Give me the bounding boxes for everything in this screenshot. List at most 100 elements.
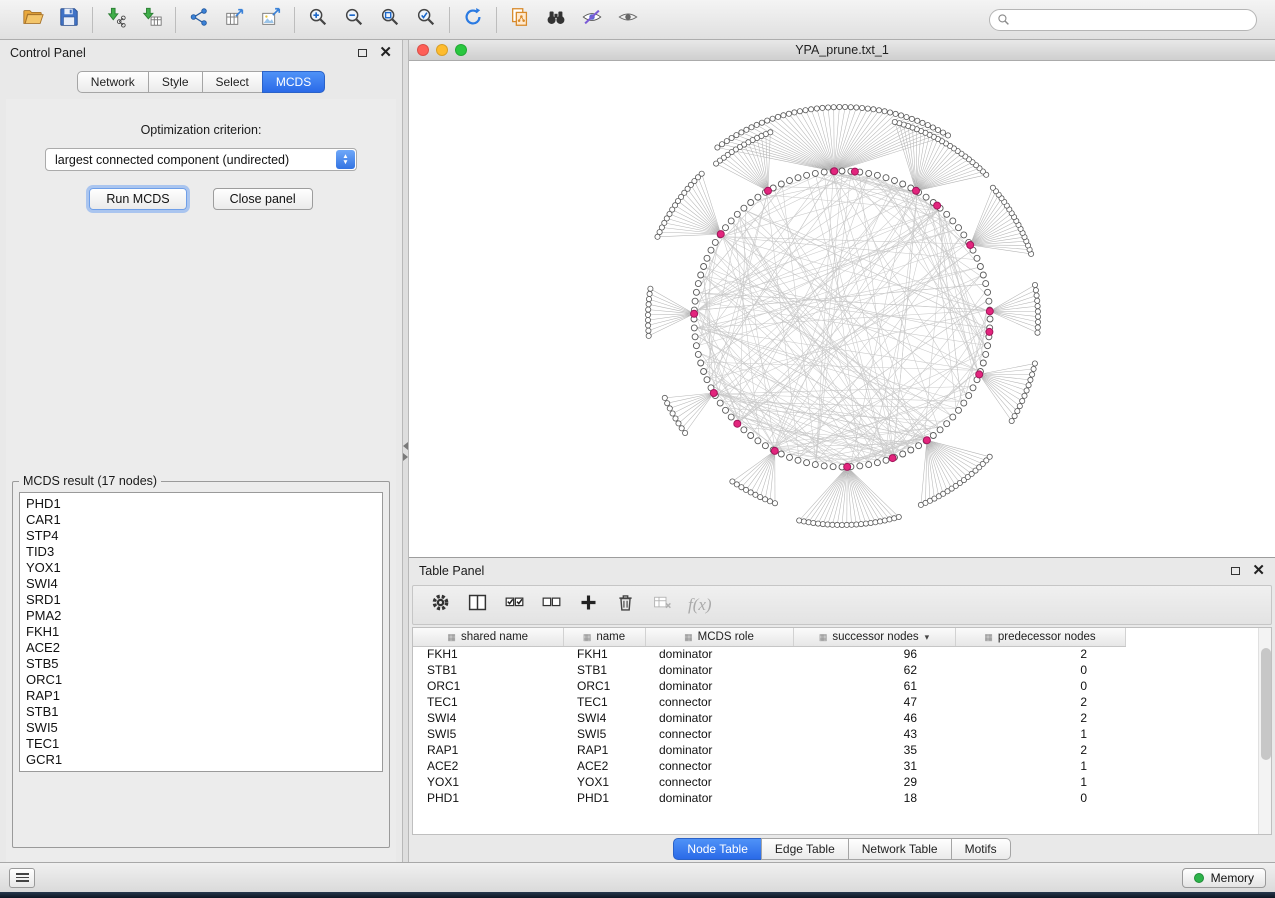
column-header-predecessor-nodes[interactable]: ▦predecessor nodes [955, 628, 1125, 646]
column-header-name[interactable]: ▦name [563, 628, 645, 646]
mcds-result-item[interactable]: CAR1 [26, 512, 376, 528]
mcds-result-item[interactable]: STB1 [26, 704, 376, 720]
mcds-result-item[interactable]: PMA2 [26, 608, 376, 624]
scrollbar-thumb[interactable] [1261, 648, 1271, 760]
zoom-in-button[interactable] [302, 5, 334, 35]
table-row[interactable]: SWI4SWI4dominator462 [413, 710, 1125, 726]
table-row[interactable]: TEC1TEC1connector472 [413, 694, 1125, 710]
criterion-dropdown[interactable]: largest connected component (undirected)… [45, 148, 357, 171]
show-graphics-button[interactable] [612, 5, 644, 35]
table-scrollbar[interactable] [1258, 628, 1271, 834]
cell-name: ORC1 [563, 678, 645, 694]
cell-pred: 2 [955, 742, 1125, 758]
cell-role: connector [645, 774, 793, 790]
close-panel-icon[interactable]: ✕ [379, 47, 392, 59]
mcds-result-item[interactable]: SWI5 [26, 720, 376, 736]
column-header-MCDS-role[interactable]: ▦MCDS role [645, 628, 793, 646]
tab-style[interactable]: Style [148, 71, 203, 93]
tab-select[interactable]: Select [202, 71, 263, 93]
close-panel-button[interactable]: Close panel [213, 188, 313, 210]
cell-shared_name: SWI4 [413, 710, 563, 726]
run-mcds-button[interactable]: Run MCDS [89, 188, 186, 210]
open-file-button[interactable] [17, 5, 49, 35]
mcds-result-list[interactable]: PHD1CAR1STP4TID3YOX1SWI4SRD1PMA2FKH1ACE2… [19, 492, 383, 772]
mcds-result-item[interactable]: TID3 [26, 544, 376, 560]
table-row[interactable]: ACE2ACE2connector311 [413, 758, 1125, 774]
hide-graphics-button[interactable] [576, 5, 608, 35]
float-table-panel-button[interactable] [1231, 564, 1240, 578]
mcds-result-item[interactable]: SRD1 [26, 592, 376, 608]
delete-column-button[interactable] [610, 590, 640, 620]
tab-node-table[interactable]: Node Table [673, 838, 762, 860]
column-header-shared-name[interactable]: ▦shared name [413, 628, 563, 646]
add-column-button[interactable] [573, 590, 603, 620]
eye-slash-icon [581, 6, 603, 33]
import-table-button[interactable] [136, 5, 168, 35]
mcds-result-item[interactable]: GCR1 [26, 752, 376, 768]
show-columns-button[interactable] [462, 590, 492, 620]
memory-button[interactable]: Memory [1182, 868, 1266, 888]
window-minimize-button[interactable] [436, 44, 448, 56]
zoom-out-button[interactable] [338, 5, 370, 35]
cell-name: RAP1 [563, 742, 645, 758]
select-all-button[interactable] [499, 590, 529, 620]
cell-name: YOX1 [563, 774, 645, 790]
export-image-button[interactable] [255, 5, 287, 35]
export-table-button[interactable] [219, 5, 251, 35]
main-toolbar [0, 0, 1275, 40]
window-zoom-button[interactable] [455, 44, 467, 56]
table-toolbar: f(x) [412, 585, 1272, 625]
table-row[interactable]: ORC1ORC1dominator610 [413, 678, 1125, 694]
network-canvas[interactable] [409, 61, 1275, 557]
cell-succ: 61 [793, 678, 955, 694]
search-input[interactable] [989, 9, 1257, 31]
mcds-result-item[interactable]: FKH1 [26, 624, 376, 640]
unselect-all-button[interactable] [536, 590, 566, 620]
mcds-result-item[interactable]: RAP1 [26, 688, 376, 704]
refresh-button[interactable] [457, 5, 489, 35]
mcds-result-item[interactable]: PHD1 [26, 496, 376, 512]
import-network-button[interactable] [100, 5, 132, 35]
node-table-area: ▦shared name▦name▦MCDS role▦successor no… [412, 627, 1272, 835]
column-label: predecessor nodes [998, 631, 1096, 643]
close-table-panel-icon[interactable]: ✕ [1252, 565, 1265, 577]
table-settings-button[interactable] [425, 590, 455, 620]
clone-network-button[interactable] [504, 5, 536, 35]
find-button[interactable] [540, 5, 572, 35]
expand-right-icon[interactable] [403, 453, 408, 461]
table-row[interactable]: SWI5SWI5connector431 [413, 726, 1125, 742]
tab-edge-table[interactable]: Edge Table [761, 838, 849, 860]
table-row[interactable]: STB1STB1dominator620 [413, 662, 1125, 678]
mcds-result-item[interactable]: ORC1 [26, 672, 376, 688]
window-close-button[interactable] [417, 44, 429, 56]
collapse-left-icon[interactable] [403, 442, 408, 450]
table-row[interactable]: RAP1RAP1dominator352 [413, 742, 1125, 758]
export-network-button[interactable] [183, 5, 215, 35]
column-header-successor-nodes[interactable]: ▦successor nodes▾ [793, 628, 955, 646]
delete-table-icon [652, 592, 673, 618]
chevron-down-icon: ▾ [925, 632, 930, 642]
table-row[interactable]: YOX1YOX1connector291 [413, 774, 1125, 790]
table-grid-icon: ▦ [819, 632, 828, 642]
tab-mcds[interactable]: MCDS [262, 71, 325, 93]
save-session-button[interactable] [53, 5, 85, 35]
table-panel: Table Panel ✕ [409, 558, 1275, 862]
zoom-selected-button[interactable] [410, 5, 442, 35]
table-row[interactable]: PHD1PHD1dominator180 [413, 790, 1125, 806]
table-row[interactable]: FKH1FKH1dominator962 [413, 646, 1125, 662]
mcds-result-item[interactable]: YOX1 [26, 560, 376, 576]
cell-succ: 47 [793, 694, 955, 710]
mcds-result-item[interactable]: ACE2 [26, 640, 376, 656]
tab-network[interactable]: Network [77, 71, 149, 93]
panel-splitter[interactable] [402, 40, 409, 862]
tab-network-table[interactable]: Network Table [848, 838, 952, 860]
zoom-fit-button[interactable] [374, 5, 406, 35]
mcds-result-item[interactable]: STP4 [26, 528, 376, 544]
status-menu-button[interactable] [9, 868, 35, 888]
mcds-result-item[interactable]: SWI4 [26, 576, 376, 592]
control-panel-title: Control Panel [10, 46, 86, 60]
mcds-result-item[interactable]: STB5 [26, 656, 376, 672]
tab-motifs[interactable]: Motifs [951, 838, 1011, 860]
mcds-result-item[interactable]: TEC1 [26, 736, 376, 752]
float-panel-button[interactable] [358, 46, 367, 60]
